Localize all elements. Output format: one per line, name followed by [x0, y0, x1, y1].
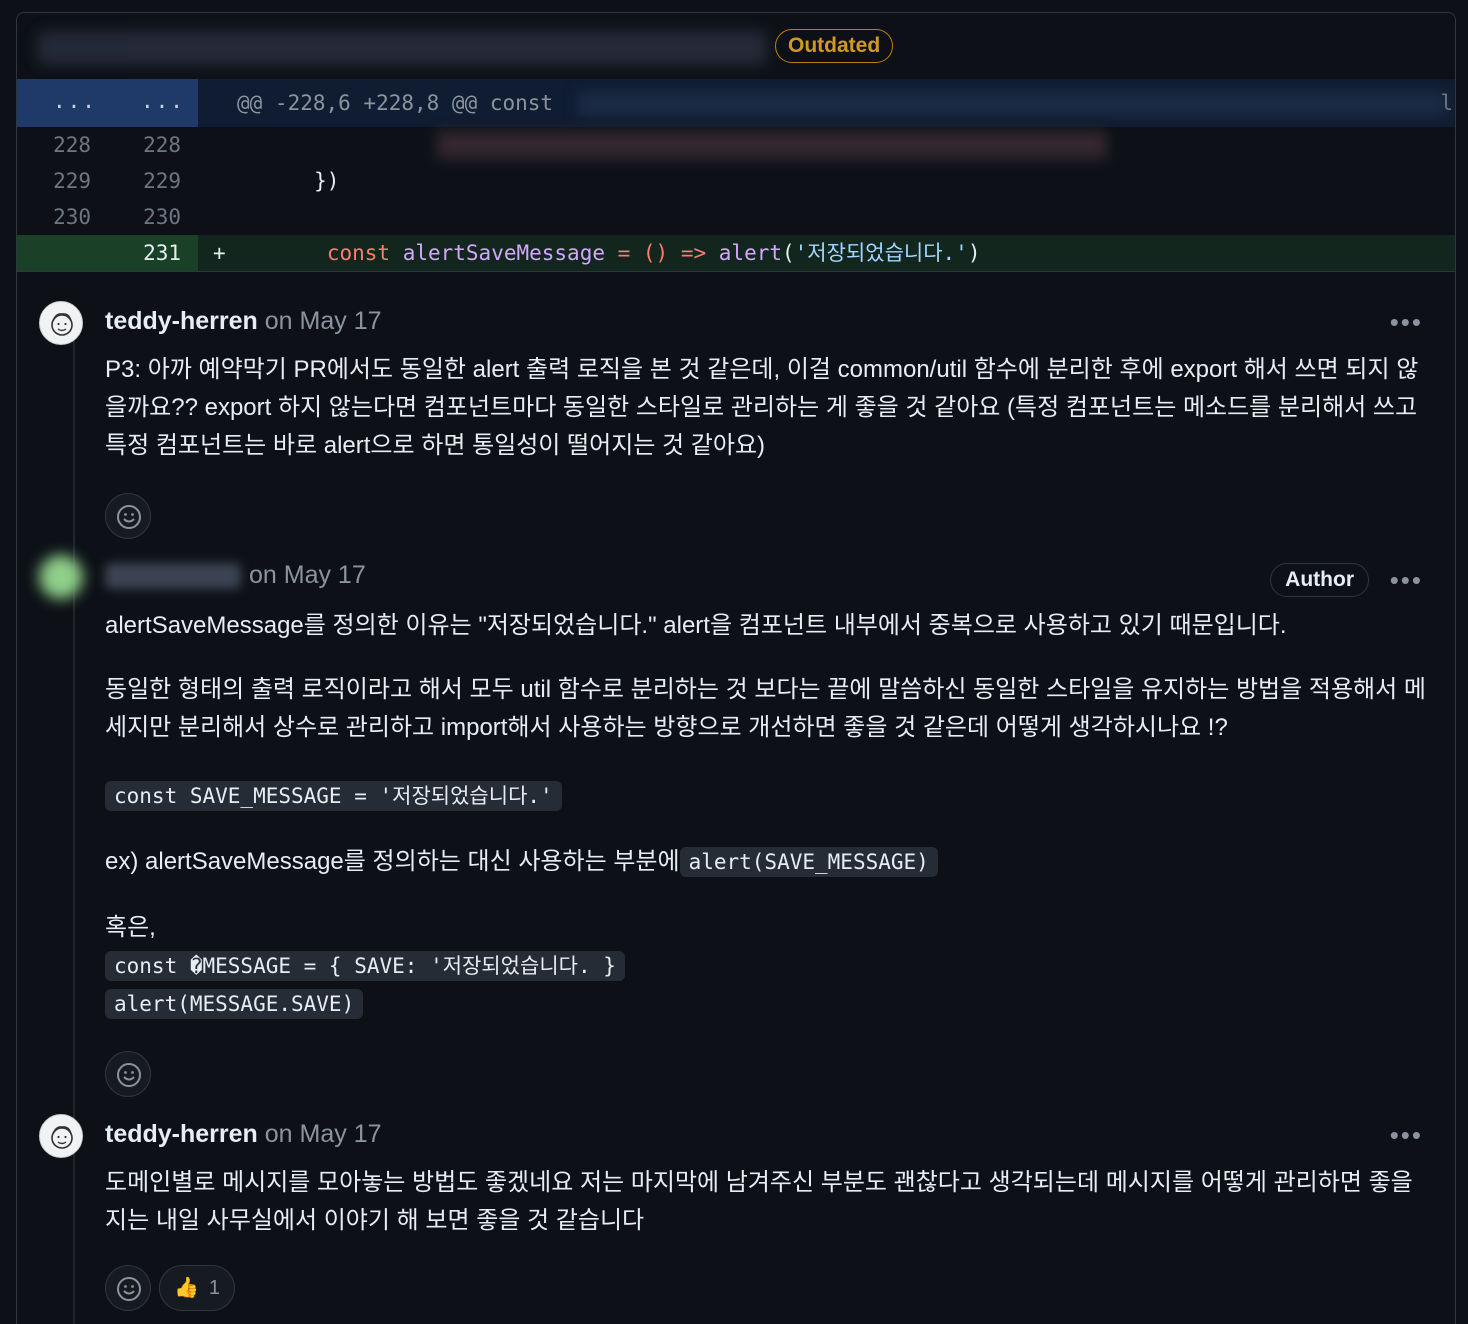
new-line-number[interactable]: 228 — [107, 127, 181, 163]
comment-header: on May 17 — [105, 559, 366, 591]
thumbs-up-icon: 👍 — [174, 1277, 199, 1299]
diff-sign: + — [213, 241, 226, 265]
add-reaction-button[interactable] — [105, 1265, 151, 1311]
redacted-code — [437, 131, 1107, 159]
inline-code: alert(SAVE_MESSAGE) — [679, 847, 938, 877]
operator-token: = () => — [604, 241, 719, 265]
diff-line: 229 229 }) — [17, 163, 1455, 199]
divider — [17, 271, 1455, 272]
file-header: Outdated — [17, 13, 1455, 79]
keyword-token: const — [326, 241, 391, 265]
hunk-header: ... ... @@ -228,6 +228,8 @@ const l — [17, 79, 1455, 127]
face-avatar-icon — [51, 1126, 73, 1149]
new-line-number[interactable]: 230 — [107, 199, 181, 235]
hunk-trailing-text: l — [1440, 91, 1453, 115]
comment-body: alertSaveMessage를 정의한 이유는 "저장되었습니다." ale… — [105, 607, 1427, 1023]
redacted-file-path — [37, 31, 767, 65]
new-line-number[interactable]: 229 — [107, 163, 181, 199]
smiley-icon — [117, 1063, 141, 1087]
old-line-number[interactable]: 229 — [17, 163, 91, 199]
string-token: '저장되었습니다.' — [794, 241, 968, 265]
avatar[interactable] — [39, 301, 83, 345]
reaction-count: 1 — [208, 1277, 221, 1299]
author-name[interactable]: teddy-herren — [105, 307, 258, 335]
comment-date[interactable]: on May 17 — [265, 307, 382, 335]
diff-line: 230 230 — [17, 199, 1455, 235]
redacted-hunk-context — [577, 91, 1447, 117]
diff-view: ... ... @@ -228,6 +228,8 @@ const l 228 … — [17, 79, 1455, 271]
more-options-button[interactable]: ••• — [1390, 567, 1423, 593]
redacted-author-name — [105, 563, 241, 590]
author-badge: Author — [1270, 563, 1369, 597]
comment-text: 도메인별로 메시지를 모아놓는 방법도 좋겠네요 저는 마지막에 남겨주신 부분… — [105, 1169, 1413, 1234]
thread-line — [73, 313, 75, 1324]
thumbs-up-reaction[interactable]: 👍 1 — [159, 1265, 236, 1311]
inline-code: const �MESSAGE = { SAVE: '저장되었습니다. } — [105, 951, 625, 981]
diff-line: 228 228 — [17, 127, 1455, 163]
new-line-number[interactable]: 231 — [107, 235, 181, 271]
comment-body: 도메인별로 메시지를 모아놓는 방법도 좋겠네요 저는 마지막에 남겨주신 부분… — [105, 1164, 1427, 1240]
expand-up-button[interactable]: ... — [53, 89, 97, 113]
diff-line-added: 231 + const alertSaveMessage = () => ale… — [17, 235, 1455, 271]
line-code: + const alertSaveMessage = () => alert('… — [213, 235, 980, 271]
function-token: alert — [718, 241, 782, 265]
smiley-icon — [117, 505, 141, 529]
line-code: }) — [213, 169, 340, 193]
add-reaction-button[interactable] — [105, 1051, 151, 1097]
expand-down-button[interactable]: ... — [141, 89, 185, 113]
more-options-button[interactable]: ••• — [1390, 1122, 1423, 1148]
author-name[interactable]: teddy-herren — [105, 1120, 258, 1148]
old-line-number[interactable]: 228 — [17, 127, 91, 163]
comment-date[interactable]: on May 17 — [265, 1120, 382, 1148]
comment-text: ex) alertSaveMessage를 정의하는 대신 사용하는 부분에 — [105, 848, 680, 875]
hunk-text: @@ -228,6 +228,8 @@ const — [237, 91, 554, 115]
comment-header: teddy-herren on May 17 — [105, 305, 382, 337]
identifier-token: alertSaveMessage — [402, 241, 605, 265]
comment-date[interactable]: on May 17 — [249, 561, 366, 589]
paren-open: ( — [782, 241, 795, 265]
inline-code: const SAVE_MESSAGE = '저장되었습니다.' — [105, 781, 562, 811]
add-reaction-button[interactable] — [105, 493, 151, 539]
paren-close: ) — [967, 241, 981, 265]
comment-header: teddy-herren on May 17 — [105, 1118, 382, 1150]
avatar[interactable] — [39, 555, 83, 599]
comment-text: 혹은, — [105, 914, 156, 941]
face-avatar-icon — [51, 313, 73, 336]
comment-text: P3: 아까 예약막기 PR에서도 동일한 alert 출력 로직을 본 것 같… — [105, 356, 1419, 459]
comment-paragraph: 동일한 형태의 출력 로직이라고 해서 모두 util 함수로 분리하는 것 보… — [105, 676, 1426, 741]
old-line-number[interactable]: 230 — [17, 199, 91, 235]
review-thread-card: Outdated ... ... @@ -228,6 +228,8 @@ con… — [16, 12, 1456, 1324]
comment-body: P3: 아까 예약막기 PR에서도 동일한 alert 출력 로직을 본 것 같… — [105, 351, 1427, 465]
more-options-button[interactable]: ••• — [1390, 309, 1423, 335]
comment-paragraph: alertSaveMessage를 정의한 이유는 "저장되었습니다." ale… — [105, 612, 1287, 639]
outdated-badge: Outdated — [775, 29, 894, 63]
smiley-icon — [117, 1277, 141, 1301]
avatar[interactable] — [39, 1114, 83, 1158]
inline-code: alert(MESSAGE.SAVE) — [105, 989, 364, 1019]
